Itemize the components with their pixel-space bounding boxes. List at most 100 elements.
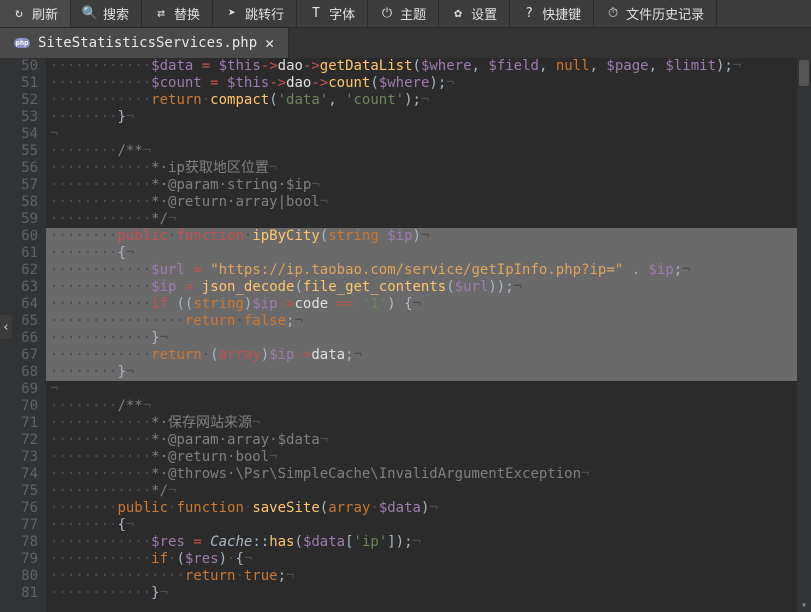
vertical-scrollbar[interactable]: ▾ xyxy=(797,58,811,612)
code-line[interactable]: ········/**¬ xyxy=(46,143,811,160)
code-line[interactable]: ············*·保存网站来源¬ xyxy=(46,415,811,432)
刷新-icon: ↻ xyxy=(12,7,26,21)
code-line[interactable]: ············*·@return·bool¬ xyxy=(46,449,811,466)
code-line[interactable]: ················return·false;¬ xyxy=(46,313,811,330)
toolbar-设置[interactable]: ✿ 设置 xyxy=(439,0,510,27)
code-line[interactable]: ············$url = "https://ip.taobao.co… xyxy=(46,262,811,279)
code-line[interactable]: ············return·(array)$ip->data;¬ xyxy=(46,347,811,364)
toolbar-label: 设置 xyxy=(471,4,497,23)
toolbar-刷新[interactable]: ↻ 刷新 xyxy=(0,0,71,27)
php-icon: php xyxy=(14,38,30,48)
line-number: 64 xyxy=(0,296,38,313)
搜索-icon: 🔍 xyxy=(83,7,97,21)
toolbar-快捷键[interactable]: ? 快捷键 xyxy=(510,0,594,27)
code-area[interactable]: ············$data = $this->dao->getDataL… xyxy=(46,58,811,612)
主题-icon: ⏻ xyxy=(380,7,394,21)
line-number: 79 xyxy=(0,551,38,568)
code-line[interactable]: ············if·($res)·{¬ xyxy=(46,551,811,568)
code-line[interactable]: ············$count = $this->dao->count($… xyxy=(46,75,811,92)
code-line[interactable]: ¬ xyxy=(46,126,811,143)
toolbar-主题[interactable]: ⏻ 主题 xyxy=(368,0,439,27)
tab-file[interactable]: php SiteStatisticsServices.php ✕ xyxy=(0,28,289,58)
code-line[interactable]: ············*·@return·array|bool¬ xyxy=(46,194,811,211)
code-line[interactable]: ············$data = $this->dao->getDataL… xyxy=(46,58,811,75)
code-line[interactable]: ············$ip = json_decode(file_get_c… xyxy=(46,279,811,296)
code-line[interactable]: ············*/¬ xyxy=(46,483,811,500)
line-number: 59 xyxy=(0,211,38,228)
toolbar-字体[interactable]: T 字体 xyxy=(297,0,368,27)
code-line[interactable]: ············*·@throws·\Psr\SimpleCache\I… xyxy=(46,466,811,483)
line-number: 55 xyxy=(0,143,38,160)
code-line[interactable]: ········public·function·ipByCity(string … xyxy=(46,228,811,245)
code-line[interactable]: ············}¬ xyxy=(46,330,811,347)
跳转行-icon: ➤ xyxy=(225,7,239,21)
toolbar-跳转行[interactable]: ➤ 跳转行 xyxy=(213,0,297,27)
chevron-left-icon: ‹ xyxy=(2,320,10,335)
toolbar-label: 字体 xyxy=(329,4,355,23)
替换-icon: ⇄ xyxy=(154,7,168,21)
toolbar-label: 替换 xyxy=(174,4,200,23)
scroll-down-button[interactable]: ▾ xyxy=(797,598,811,612)
code-line[interactable]: ················return·true;¬ xyxy=(46,568,811,585)
line-number: 67 xyxy=(0,347,38,364)
toolbar: ↻ 刷新 🔍 搜索 ⇄ 替换 ➤ 跳转行 T 字体 ⏻ 主题 ✿ 设置? 快捷键 ⏱ 文件历史记录 xyxy=(0,0,811,28)
code-line[interactable]: ········public·function·saveSite(array·$… xyxy=(46,500,811,517)
code-line[interactable]: ········{¬ xyxy=(46,245,811,262)
line-number: 51 xyxy=(0,75,38,92)
code-line[interactable]: ············*·@param·string·$ip¬ xyxy=(46,177,811,194)
line-number: 70 xyxy=(0,398,38,415)
line-number: 50 xyxy=(0,58,38,75)
line-number: 58 xyxy=(0,194,38,211)
line-number: 80 xyxy=(0,568,38,585)
tab-bar: php SiteStatisticsServices.php ✕ xyxy=(0,28,811,58)
line-number: 60 xyxy=(0,228,38,245)
line-number: 63 xyxy=(0,279,38,296)
line-number: 81 xyxy=(0,585,38,602)
line-number: 52 xyxy=(0,92,38,109)
toolbar-label: 刷新 xyxy=(32,4,58,23)
code-line[interactable]: ············return·compact('data', 'coun… xyxy=(46,92,811,109)
toolbar-label: 搜索 xyxy=(103,4,129,23)
code-editor[interactable]: 5051525354555657585960616263646566676869… xyxy=(0,58,811,612)
line-number: 77 xyxy=(0,517,38,534)
tab-filename: SiteStatisticsServices.php xyxy=(38,35,257,51)
line-number: 62 xyxy=(0,262,38,279)
panel-toggle-handle[interactable]: ‹ xyxy=(0,315,12,339)
文件历史记录-icon: ⏱ xyxy=(606,7,620,21)
code-line[interactable]: ············}¬ xyxy=(46,585,811,602)
code-line[interactable]: ············*/¬ xyxy=(46,211,811,228)
toolbar-label: 主题 xyxy=(400,4,426,23)
line-number: 75 xyxy=(0,483,38,500)
设置-icon: ✿ xyxy=(451,7,465,21)
line-number: 61 xyxy=(0,245,38,262)
快捷键-icon: ? xyxy=(522,7,536,21)
toolbar-搜索[interactable]: 🔍 搜索 xyxy=(71,0,142,27)
code-line[interactable]: ¬ xyxy=(46,381,811,398)
line-number: 78 xyxy=(0,534,38,551)
scroll-thumb[interactable] xyxy=(799,60,809,86)
code-line[interactable]: ············if ((string)$ip->code == '1'… xyxy=(46,296,811,313)
toolbar-label: 跳转行 xyxy=(245,4,284,23)
line-number: 73 xyxy=(0,449,38,466)
line-number: 72 xyxy=(0,432,38,449)
code-line[interactable]: ········}¬ xyxy=(46,364,811,381)
line-number: 53 xyxy=(0,109,38,126)
code-line[interactable]: ········}¬ xyxy=(46,109,811,126)
line-number: 71 xyxy=(0,415,38,432)
line-number: 54 xyxy=(0,126,38,143)
code-line[interactable]: ············*·@param·array·$data¬ xyxy=(46,432,811,449)
code-line[interactable]: ············*·ip获取地区位置¬ xyxy=(46,160,811,177)
toolbar-label: 快捷键 xyxy=(542,4,581,23)
toolbar-文件历史记录[interactable]: ⏱ 文件历史记录 xyxy=(594,0,717,27)
code-line[interactable]: ············$res = Cache::has($data['ip'… xyxy=(46,534,811,551)
toolbar-替换[interactable]: ⇄ 替换 xyxy=(142,0,213,27)
line-number: 69 xyxy=(0,381,38,398)
line-number: 76 xyxy=(0,500,38,517)
toolbar-label: 文件历史记录 xyxy=(626,4,704,23)
code-line[interactable]: ········{¬ xyxy=(46,517,811,534)
code-line[interactable]: ········/**¬ xyxy=(46,398,811,415)
line-number: 57 xyxy=(0,177,38,194)
line-number: 68 xyxy=(0,364,38,381)
字体-icon: T xyxy=(309,7,323,21)
close-icon[interactable]: ✕ xyxy=(265,36,274,51)
